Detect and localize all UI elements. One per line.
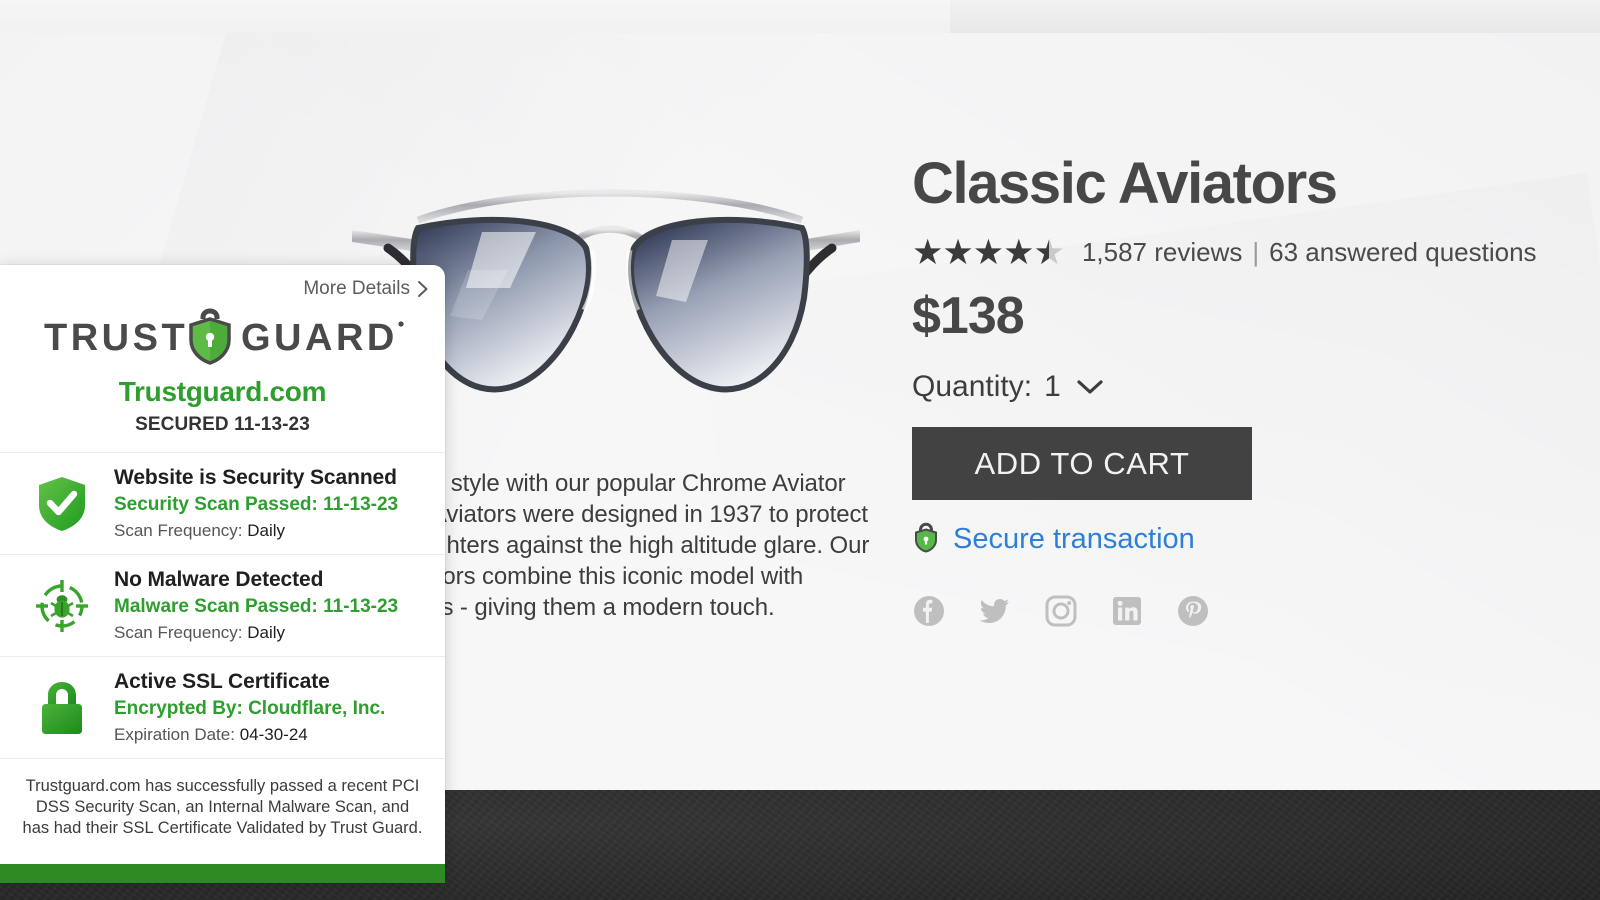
quantity-value: 1 [1044,370,1061,403]
list-item[interactable]: Active SSL Certificate Encrypted By: Clo… [0,657,445,759]
trust-guard-logo: TRUST GUARD [0,308,445,365]
list-item-sub: Scan Frequency: Daily [114,521,429,541]
answered-questions[interactable]: 63 answered questions [1269,237,1536,267]
star-3: ★ [972,232,1004,272]
list-item-sub: Scan Frequency: Daily [114,623,429,643]
star-rating[interactable]: ★ ★ ★ ★ ★ [912,232,1065,272]
page-root: Upgrade your style with our popular Chro… [0,0,1600,900]
shield-lock-icon [912,521,940,558]
list-item[interactable]: Website is Security Scanned Security Sca… [0,453,445,555]
chevron-down-icon [1075,377,1105,397]
svg-text:GUARD: GUARD [241,317,398,359]
product-price: $138 [912,287,1025,345]
quantity-selector[interactable]: Quantity: 1 [912,370,1572,404]
svg-text:TRUST: TRUST [44,317,188,359]
padlock-icon [34,679,90,737]
list-item-title: Website is Security Scanned [114,466,397,489]
quantity-label: Quantity: [912,370,1033,403]
product-info-column: Classic Aviators ★ ★ ★ ★ ★ 1,587 reviews… [912,152,1572,633]
shield-check-icon [34,475,90,533]
add-to-cart-button[interactable]: ADD TO CART [912,427,1252,500]
pinterest-icon[interactable] [1176,594,1210,633]
trust-guard-panel: More Details TRUST GUARD Trustguard.com [0,265,445,883]
star-1: ★ [912,232,943,272]
list-item-sub-label: Scan Frequency: [114,623,243,642]
list-item-text: No Malware Detected Malware Scan Passed:… [114,568,429,643]
chevron-right-icon [417,280,429,298]
list-item-text: Active SSL Certificate Encrypted By: Clo… [114,670,429,745]
twitter-icon[interactable] [978,594,1012,633]
list-item-status: Malware Scan Passed: 11-13-23 [114,596,399,617]
social-links [912,594,1572,633]
facebook-icon[interactable] [912,594,946,633]
shield-lock-icon [188,308,231,365]
secure-transaction-row[interactable]: Secure transaction [912,521,1572,558]
star-5-half: ★ [1034,235,1065,270]
list-item-sub-value: 04-30-24 [239,725,308,744]
star-4: ★ [1003,232,1034,272]
trust-guard-wordmark: TRUST GUARD [44,308,404,365]
trust-guard-secured-date: SECURED 11-13-23 [135,414,310,435]
secure-transaction-link[interactable]: Secure transaction [953,523,1195,556]
list-item[interactable]: No Malware Detected Malware Scan Passed:… [0,555,445,657]
rating-separator: | [1252,236,1260,267]
rating-row: ★ ★ ★ ★ ★ 1,587 reviews | 63 answered ques… [912,234,1572,270]
list-item-status: Encrypted By: Cloudflare, Inc. [114,698,386,719]
list-item-sub-value: Daily [247,521,286,540]
list-item-sub-value: Daily [247,623,286,642]
list-item-sub: Expiration Date: 04-30-24 [114,725,429,745]
trust-guard-items: Website is Security Scanned Security Sca… [0,452,445,759]
list-item-sub-label: Scan Frequency: [114,521,243,540]
list-item-title: Active SSL Certificate [114,670,330,693]
rating-meta: 1,587 reviews | 63 answered questions [1082,237,1537,268]
list-item-status: Security Scan Passed: 11-13-23 [114,494,399,515]
top-band-left [0,0,950,33]
list-item-title: No Malware Detected [114,568,324,591]
list-item-sub-label: Expiration Date: [114,725,235,744]
more-details-label: More Details [303,278,410,299]
linkedin-icon[interactable] [1110,594,1144,633]
list-item-text: Website is Security Scanned Security Sca… [114,466,429,541]
page-title: Classic Aviators [912,151,1338,216]
star-2: ★ [942,232,973,272]
more-details-link[interactable]: More Details [0,265,445,300]
reviews-count[interactable]: 1,587 reviews [1082,237,1242,267]
trust-guard-domain[interactable]: Trustguard.com [0,376,445,408]
trust-guard-green-bar [0,864,445,883]
malware-target-icon [34,578,90,634]
trust-guard-footnote: Trustguard.com has successfully passed a… [22,777,423,837]
instagram-icon[interactable] [1044,594,1078,633]
